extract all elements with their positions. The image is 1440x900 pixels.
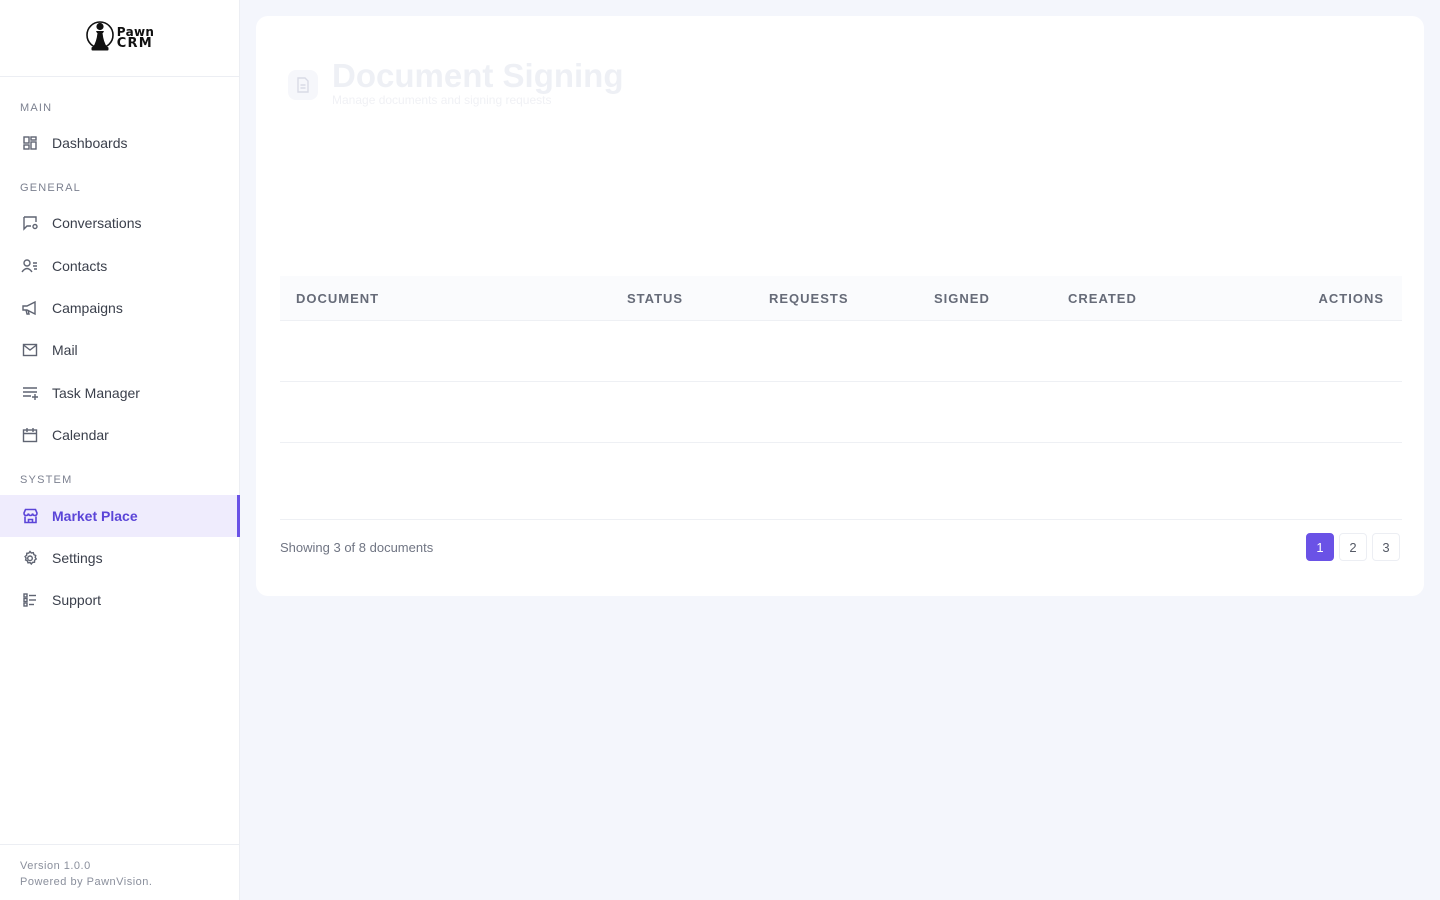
section-main: MAIN xyxy=(20,102,53,114)
brand-name: Pawn CRM xyxy=(117,26,154,50)
task-list-add-icon xyxy=(21,384,39,402)
page-2-button[interactable]: 2 xyxy=(1339,533,1367,561)
page-header: Document Signing Manage documents and si… xyxy=(288,56,624,107)
showing-count-text: Showing 3 of 8 documents xyxy=(280,539,434,555)
table-row[interactable] xyxy=(280,382,1402,443)
pagination: 1 2 3 xyxy=(1306,533,1400,561)
powered-by-text: Powered by PawnVision. xyxy=(20,876,153,888)
gear-icon xyxy=(21,549,39,567)
sidebar-item-label: Market Place xyxy=(52,508,138,524)
calendar-icon xyxy=(21,426,39,444)
sidebar-item-label: Support xyxy=(52,592,102,608)
contacts-list-icon xyxy=(21,257,39,275)
page-3-button[interactable]: 3 xyxy=(1372,533,1400,561)
brand-logo[interactable]: Pawn CRM xyxy=(85,20,154,56)
table-header: DOCUMENT STATUS REQUESTS SIGNED CREATED … xyxy=(280,276,1402,321)
column-header-created[interactable]: CREATED xyxy=(1068,276,1137,321)
megaphone-icon xyxy=(21,299,39,317)
brand-line2: CRM xyxy=(116,36,153,51)
document-signing-card: Document Signing Manage documents and si… xyxy=(256,16,1424,596)
sidebar-item-label: Conversations xyxy=(52,215,142,231)
column-header-actions: ACTIONS xyxy=(1318,291,1384,306)
version-text: Version 1.0.0 xyxy=(20,860,91,872)
sidebar-item-label: Mail xyxy=(52,342,78,358)
sidebar-item-conversations[interactable]: Conversations xyxy=(0,202,240,244)
section-general: GENERAL xyxy=(20,182,81,194)
sidebar: Pawn CRM MAIN Dashboards GENERAL Convers… xyxy=(0,0,240,900)
sidebar-item-label: Campaigns xyxy=(52,300,123,316)
sidebar-item-label: Calendar xyxy=(52,427,109,443)
documents-table: DOCUMENT STATUS REQUESTS SIGNED CREATED … xyxy=(280,276,1402,520)
storefront-icon xyxy=(21,507,39,525)
sidebar-item-settings[interactable]: Settings xyxy=(0,537,240,579)
logo-area: Pawn CRM xyxy=(0,0,239,77)
mail-envelope-icon xyxy=(21,341,39,359)
sidebar-item-dashboards[interactable]: Dashboards xyxy=(0,122,240,164)
sidebar-item-label: Task Manager xyxy=(52,385,140,401)
sidebar-item-task-manager[interactable]: Task Manager xyxy=(0,372,240,414)
sidebar-item-contacts[interactable]: Contacts xyxy=(0,245,240,287)
support-list-icon xyxy=(21,591,39,609)
column-header-status[interactable]: STATUS xyxy=(627,276,683,321)
table-row[interactable] xyxy=(280,321,1402,382)
dashboard-grid-icon xyxy=(21,134,39,152)
sidebar-item-mail[interactable]: Mail xyxy=(0,329,240,371)
section-system: SYSTEM xyxy=(20,474,73,486)
sidebar-item-label: Settings xyxy=(52,550,103,566)
page-title: Document Signing xyxy=(332,57,624,94)
sidebar-item-support[interactable]: Support xyxy=(0,579,240,621)
sidebar-footer: Version 1.0.0 Powered by PawnVision. xyxy=(0,844,240,900)
sidebar-item-label: Contacts xyxy=(52,258,108,274)
column-header-document[interactable]: DOCUMENT xyxy=(296,276,379,321)
document-icon xyxy=(288,70,318,100)
column-header-signed[interactable]: SIGNED xyxy=(934,276,990,321)
sidebar-item-calendar[interactable]: Calendar xyxy=(0,414,240,456)
page-1-button[interactable]: 1 xyxy=(1306,533,1334,561)
column-header-requests[interactable]: REQUESTS xyxy=(769,276,849,321)
sidebar-item-campaigns[interactable]: Campaigns xyxy=(0,287,240,329)
sidebar-item-label: Dashboards xyxy=(52,135,128,151)
chat-settings-icon xyxy=(21,214,39,232)
table-footer: Showing 3 of 8 documents 1 2 3 xyxy=(280,532,1400,562)
table-row[interactable] xyxy=(280,443,1402,520)
pawn-logo-icon xyxy=(85,21,114,51)
sidebar-item-market-place[interactable]: Market Place xyxy=(0,495,240,537)
